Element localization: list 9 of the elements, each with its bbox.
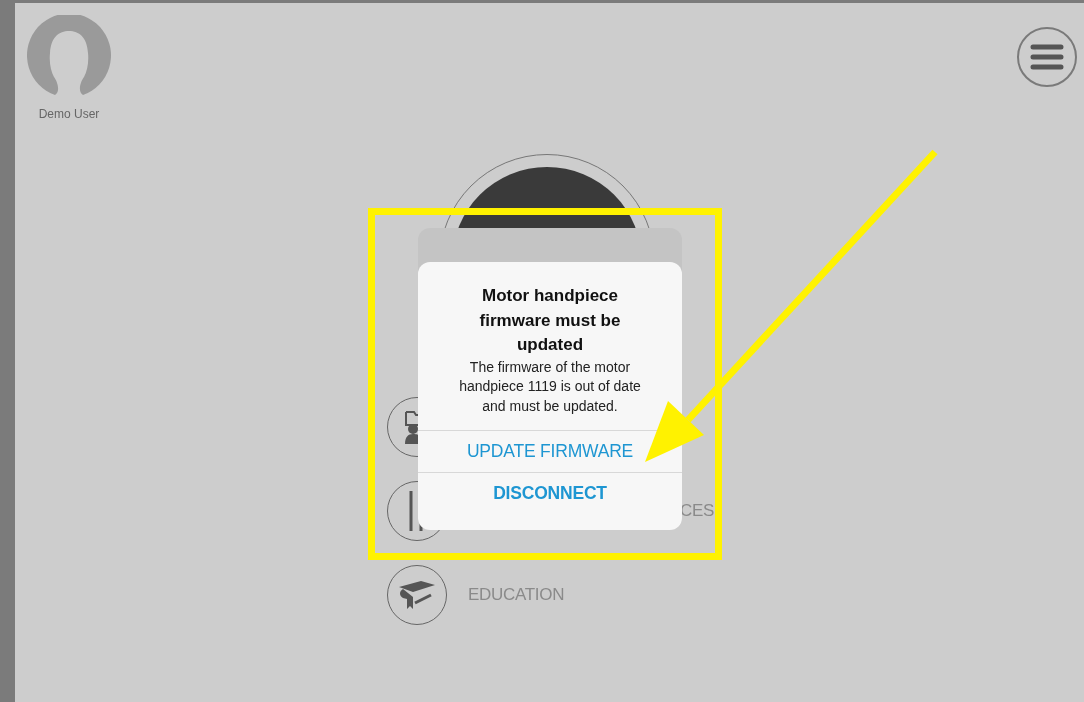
menu-button[interactable] — [1017, 27, 1077, 87]
menu-label[interactable]: EDUCATION — [468, 585, 565, 605]
user-name: Demo User — [38, 107, 100, 121]
menu-label[interactable]: CES — [680, 501, 715, 521]
menu-icon — [1030, 44, 1064, 70]
alert-title: Motor handpiece firmware must be updated — [478, 285, 622, 356]
patient-folder-icon — [405, 410, 418, 444]
alert-action-button[interactable]: DISCONNECT — [418, 472, 682, 514]
alert-message: The firmware of the motor handpiece 1119 is out of date and must be updated. — [458, 357, 642, 416]
